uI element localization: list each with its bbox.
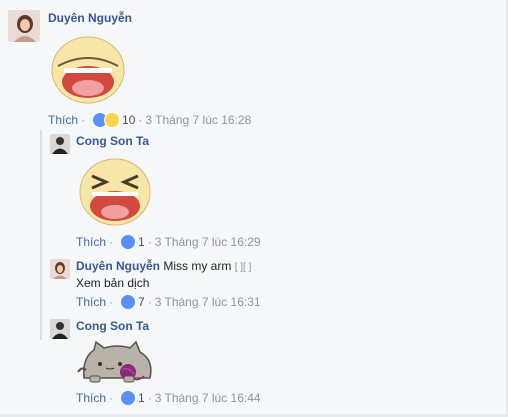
comment-author[interactable]: Duyên Nguyễn — [48, 11, 132, 25]
like-link[interactable]: Thích — [76, 295, 106, 309]
comment-author[interactable]: Duyên Nguyễn — [76, 259, 160, 273]
like-link[interactable]: Thích — [76, 391, 106, 405]
comment-meta: Thích · 10 · 3 Tháng 7 lúc 16:28 — [48, 112, 251, 128]
reaction-summary[interactable]: 1 — [120, 390, 145, 406]
separator: · — [138, 113, 143, 127]
separator: · — [109, 235, 114, 249]
comment-text: Miss my arm — [163, 259, 232, 273]
reaction-count: 7 — [138, 295, 145, 309]
separator: · — [147, 235, 152, 249]
like-reaction-icon — [120, 294, 137, 310]
separator: · — [109, 295, 114, 309]
avatar[interactable] — [50, 319, 70, 339]
timestamp[interactable]: 3 Tháng 7 lúc 16:44 — [155, 391, 261, 405]
like-reaction-icon — [120, 390, 137, 406]
reaction-summary[interactable]: 10 — [92, 112, 135, 128]
reaction-count: 1 — [138, 391, 145, 405]
comment-author[interactable]: Cong Son Ta — [76, 319, 149, 333]
comment-body: Duyên Nguyễn Miss my arm [ ][ ] — [76, 259, 251, 273]
comment-author[interactable]: Cong Son Ta — [76, 134, 149, 148]
wow-reaction-icon — [104, 112, 121, 128]
comment-meta: Thích · 7 · 3 Tháng 7 lúc 16:31 — [76, 294, 261, 310]
avatar[interactable] — [8, 10, 40, 42]
reaction-summary[interactable]: 1 — [120, 234, 145, 250]
like-link[interactable]: Thích — [76, 235, 106, 249]
separator: · — [81, 113, 86, 127]
avatar[interactable] — [50, 259, 70, 279]
comment-text-suffix: [ ][ ] — [234, 262, 252, 273]
laughing-face-sticker — [50, 36, 126, 107]
see-translation-link[interactable]: Xem bản dịch — [76, 276, 149, 290]
like-link[interactable]: Thích — [48, 113, 78, 127]
reaction-count: 10 — [122, 113, 136, 127]
separator: · — [147, 391, 152, 405]
separator: · — [147, 295, 152, 309]
separator: · — [109, 391, 114, 405]
reaction-summary[interactable]: 7 — [120, 294, 145, 310]
timestamp[interactable]: 3 Tháng 7 lúc 16:31 — [155, 295, 261, 309]
pusheen-cat-yarn-sticker — [76, 336, 160, 389]
reaction-count: 1 — [138, 235, 145, 249]
timestamp[interactable]: 3 Tháng 7 lúc 16:29 — [155, 235, 261, 249]
avatar[interactable] — [50, 134, 70, 154]
squinting-laugh-face-sticker — [78, 158, 152, 229]
timestamp[interactable]: 3 Tháng 7 lúc 16:28 — [145, 113, 251, 127]
comment-meta: Thích · 1 · 3 Tháng 7 lúc 16:44 — [76, 390, 261, 406]
reply-thread-line — [40, 130, 42, 340]
like-reaction-icon — [120, 234, 137, 250]
comment-meta: Thích · 1 · 3 Tháng 7 lúc 16:29 — [76, 234, 261, 250]
